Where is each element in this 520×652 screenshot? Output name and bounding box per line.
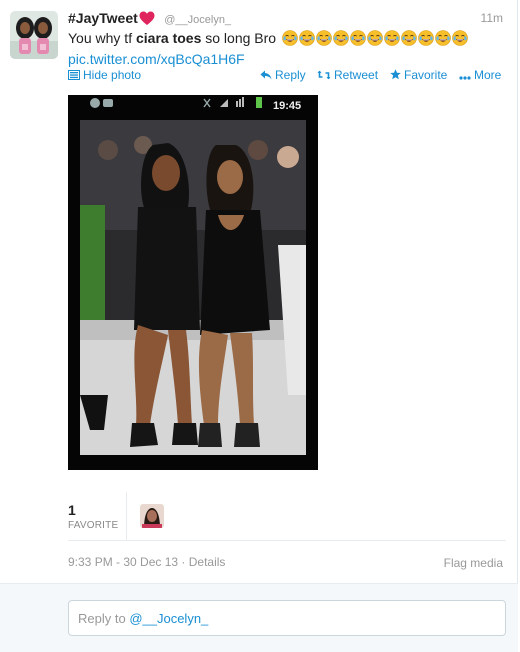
more-button[interactable]: More [459,68,501,83]
face-with-tears-of-joy-emoji [435,30,451,46]
hide-photo-label: Hide photo [83,68,142,82]
tweet-photo[interactable]: 19:45 [68,95,318,470]
reply-icon [260,69,272,83]
face-with-tears-of-joy-emoji [316,30,332,46]
face-with-tears-of-joy-emoji [282,30,298,46]
user-avatar[interactable] [10,11,58,59]
retweet-button[interactable]: Retweet [317,68,378,83]
face-with-tears-of-joy-emoji [418,30,434,46]
tweet-text-bold: ciara toes [135,30,202,46]
tweet-time[interactable]: 11m [481,11,503,25]
tweet-meta: 9:33 PM - 30 Dec 13 · Details [68,555,225,569]
tweet-text: You why tf ciara toes so long Bro pic.tw… [68,29,508,68]
more-dots-icon [459,69,471,83]
tweet-text-before: You why tf [68,30,136,46]
display-name[interactable]: #JayTweet [68,10,138,26]
flag-media-link[interactable]: Flag media [444,556,503,570]
reply-label: Reply [275,68,306,82]
divider [68,540,506,541]
tweet-text-after: so long Bro [201,30,277,46]
hide-photo-button[interactable]: Hide photo [68,68,141,83]
favorite-label: Favorite [404,68,448,82]
retweet-label: Retweet [334,68,379,82]
reply-mention: @__Jocelyn_ [129,611,209,626]
face-with-tears-of-joy-emoji [384,30,400,46]
photo-link[interactable]: pic.twitter.com/xqBcQa1H6F [68,50,508,68]
emoji-row [282,30,469,50]
details-link[interactable]: Details [189,555,226,569]
face-with-tears-of-joy-emoji [333,30,349,46]
phone-status-time: 19:45 [273,100,301,112]
favorites-label[interactable]: FAVORITE [68,520,118,531]
face-with-tears-of-joy-emoji [350,30,366,46]
reply-button[interactable]: Reply [260,68,306,83]
reply-input[interactable]: Reply to @__Jocelyn_ [68,600,506,636]
tweet-card: #JayTweet @__Jocelyn_ 11m You why tf cia… [0,0,518,652]
tweet-actions: Hide photo Reply Retweet Favorite More [68,68,506,84]
face-with-tears-of-joy-emoji [401,30,417,46]
tweet-timestamp[interactable]: 9:33 PM - 30 Dec 13 [68,555,178,569]
retweet-icon [317,69,331,83]
heart-icon [139,11,155,31]
photo-icon [68,69,80,83]
meta-separator: · [178,555,189,569]
favorites-count[interactable]: 1 [68,502,76,518]
more-label: More [474,68,502,82]
user-handle[interactable]: @__Jocelyn_ [164,14,231,26]
face-with-tears-of-joy-emoji [367,30,383,46]
reply-prefix: Reply to [78,611,130,626]
face-with-tears-of-joy-emoji [452,30,468,46]
tweet-header: #JayTweet @__Jocelyn_ 11m [68,10,503,30]
stats-divider [126,492,127,540]
face-with-tears-of-joy-emoji [299,30,315,46]
star-icon [390,69,401,83]
favorite-button[interactable]: Favorite [390,68,447,83]
favoriter-avatar[interactable] [140,504,164,528]
tweet-stats: 1 FAVORITE [68,492,506,540]
reply-area: Reply to @__Jocelyn_ [0,583,518,652]
